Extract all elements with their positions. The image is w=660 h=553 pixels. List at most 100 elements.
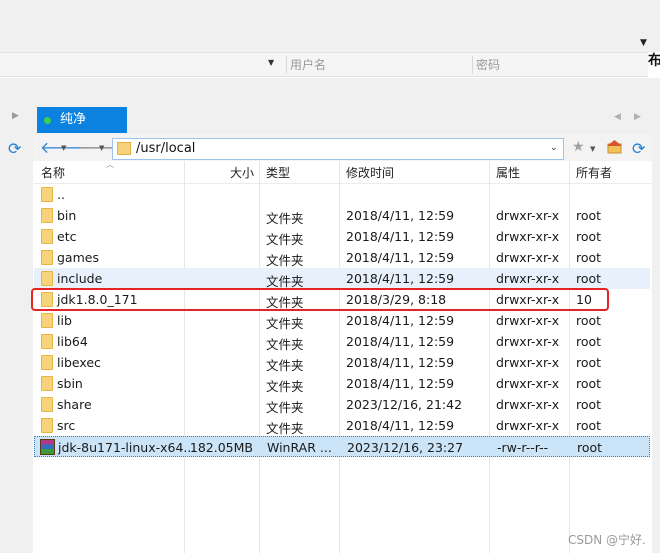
column-header-attributes[interactable]: 属性 <box>496 164 520 181</box>
file-owner: root <box>576 208 602 223</box>
column-header-type[interactable]: 类型 <box>266 164 290 181</box>
chevron-down-icon[interactable]: ▼ <box>640 38 647 48</box>
folder-icon <box>41 418 53 433</box>
file-name: sbin <box>57 376 83 391</box>
file-row[interactable]: lib64 文件夹 2018/4/11, 12:59 drwxr-xr-x ro… <box>34 331 650 352</box>
file-attributes: drwxr-xr-x <box>496 250 560 265</box>
file-modified: 2023/12/16, 23:27 <box>347 440 464 455</box>
file-type: 文件夹 <box>266 379 304 394</box>
bookmark-dropdown-icon[interactable]: ▼ <box>590 145 595 153</box>
file-type: 文件夹 <box>266 211 304 226</box>
file-owner: root <box>576 376 602 391</box>
left-panel-edge <box>0 134 33 553</box>
file-name: jdk-8u171-linux-x64... <box>58 440 196 455</box>
file-attributes: drwxr-xr-x <box>496 271 560 286</box>
file-attributes: drwxr-xr-x <box>496 418 560 433</box>
file-attributes: drwxr-xr-x <box>496 376 560 391</box>
folder-icon <box>41 355 53 370</box>
file-owner: root <box>576 229 602 244</box>
file-list-header <box>34 161 652 184</box>
file-name: include <box>57 271 103 286</box>
bookmark-star-icon[interactable]: ★ <box>572 139 585 155</box>
file-attributes: drwxr-xr-x <box>496 229 560 244</box>
file-name: lib <box>57 313 72 328</box>
file-attributes: drwxr-xr-x <box>496 313 560 328</box>
file-modified: 2018/4/11, 12:59 <box>346 250 455 265</box>
file-type: 文件夹 <box>266 337 304 352</box>
back-history-dropdown-icon[interactable]: ▼ <box>61 144 66 152</box>
column-header-owner[interactable]: 所有者 <box>576 164 612 181</box>
column-header-name[interactable]: 名称 <box>41 164 65 181</box>
file-row[interactable]: games 文件夹 2018/4/11, 12:59 drwxr-xr-x ro… <box>34 247 650 268</box>
column-header-modified[interactable]: 修改时间 <box>346 164 394 181</box>
right-panel-edge <box>652 134 660 553</box>
folder-icon <box>41 187 53 202</box>
file-owner: root <box>576 334 602 349</box>
file-size: 182.05MB <box>189 440 253 455</box>
file-attributes: drwxr-xr-x <box>496 334 560 349</box>
file-modified: 2018/4/11, 12:59 <box>346 376 455 391</box>
file-row[interactable]: .. <box>34 184 650 205</box>
folder-icon <box>41 376 53 391</box>
file-row[interactable]: lib 文件夹 2018/4/11, 12:59 drwxr-xr-x root <box>34 310 650 331</box>
username-field[interactable]: 用户名 <box>286 56 469 74</box>
folder-icon <box>41 250 53 265</box>
file-type: 文件夹 <box>266 316 304 331</box>
folder-icon <box>41 208 53 223</box>
file-name: etc <box>57 229 77 244</box>
winrar-archive-icon <box>40 439 55 455</box>
file-name: lib64 <box>57 334 88 349</box>
refresh-icon[interactable]: ⟳ <box>8 139 21 158</box>
tab-scroll-left-icon[interactable]: ◀ <box>614 112 621 122</box>
sort-ascending-icon: ︿ <box>106 160 114 169</box>
connected-status-icon <box>44 117 51 124</box>
file-type: 文件夹 <box>266 358 304 373</box>
file-owner: root <box>576 397 602 412</box>
file-owner: root <box>576 250 602 265</box>
tab-scroll-right-icon[interactable]: ▶ <box>634 112 641 122</box>
file-row[interactable]: share 文件夹 2023/12/16, 21:42 drwxr-xr-x r… <box>34 394 650 415</box>
forward-history-dropdown-icon[interactable]: ▼ <box>99 144 104 152</box>
password-field[interactable]: 密码 <box>472 56 642 74</box>
file-row[interactable]: etc 文件夹 2018/4/11, 12:59 drwxr-xr-x root <box>34 226 650 247</box>
file-name: share <box>57 397 92 412</box>
refresh-icon[interactable]: ⟳ <box>632 139 645 158</box>
file-modified: 2018/4/11, 12:59 <box>346 208 455 223</box>
watermark: CSDN @宁好. <box>568 533 646 547</box>
file-attributes: -rw-r--r-- <box>497 440 549 455</box>
file-name: games <box>57 250 99 265</box>
home-folder-icon[interactable] <box>607 140 622 154</box>
path-text[interactable]: /usr/local <box>136 141 195 156</box>
folder-icon <box>41 334 53 349</box>
file-type: WinRAR ... <box>267 440 332 455</box>
path-dropdown-icon[interactable]: ⌄ <box>550 143 558 153</box>
file-owner: root <box>576 313 602 328</box>
column-header-size[interactable]: 大小 <box>230 164 254 181</box>
file-type: 文件夹 <box>266 232 304 247</box>
file-name: .. <box>57 187 65 202</box>
red-highlight-box <box>31 288 609 311</box>
file-modified: 2018/4/11, 12:59 <box>346 418 455 433</box>
file-row[interactable]: bin 文件夹 2018/4/11, 12:59 drwxr-xr-x root <box>34 205 650 226</box>
chevron-right-icon[interactable]: ▶ <box>12 111 19 121</box>
file-owner: root <box>576 355 602 370</box>
file-row[interactable]: src 文件夹 2018/4/11, 12:59 drwxr-xr-x root <box>34 415 650 436</box>
file-row[interactable]: include 文件夹 2018/4/11, 12:59 drwxr-xr-x … <box>34 268 650 289</box>
folder-icon <box>41 229 53 244</box>
file-owner: root <box>576 418 602 433</box>
cut-off-label: 布 <box>648 53 660 69</box>
file-attributes: drwxr-xr-x <box>496 355 560 370</box>
file-row-selected[interactable]: jdk-8u171-linux-x64... 182.05MB WinRAR .… <box>34 436 650 457</box>
host-dropdown-icon[interactable]: ▼ <box>268 58 274 67</box>
top-band <box>0 0 660 52</box>
file-modified: 2018/4/11, 12:59 <box>346 313 455 328</box>
file-attributes: drwxr-xr-x <box>496 208 560 223</box>
folder-icon <box>41 313 53 328</box>
file-modified: 2018/4/11, 12:59 <box>346 355 455 370</box>
file-owner: root <box>577 440 603 455</box>
file-owner: root <box>576 271 602 286</box>
file-name: bin <box>57 208 77 223</box>
folder-icon <box>117 142 131 155</box>
file-row[interactable]: libexec 文件夹 2018/4/11, 12:59 drwxr-xr-x … <box>34 352 650 373</box>
file-row[interactable]: sbin 文件夹 2018/4/11, 12:59 drwxr-xr-x roo… <box>34 373 650 394</box>
